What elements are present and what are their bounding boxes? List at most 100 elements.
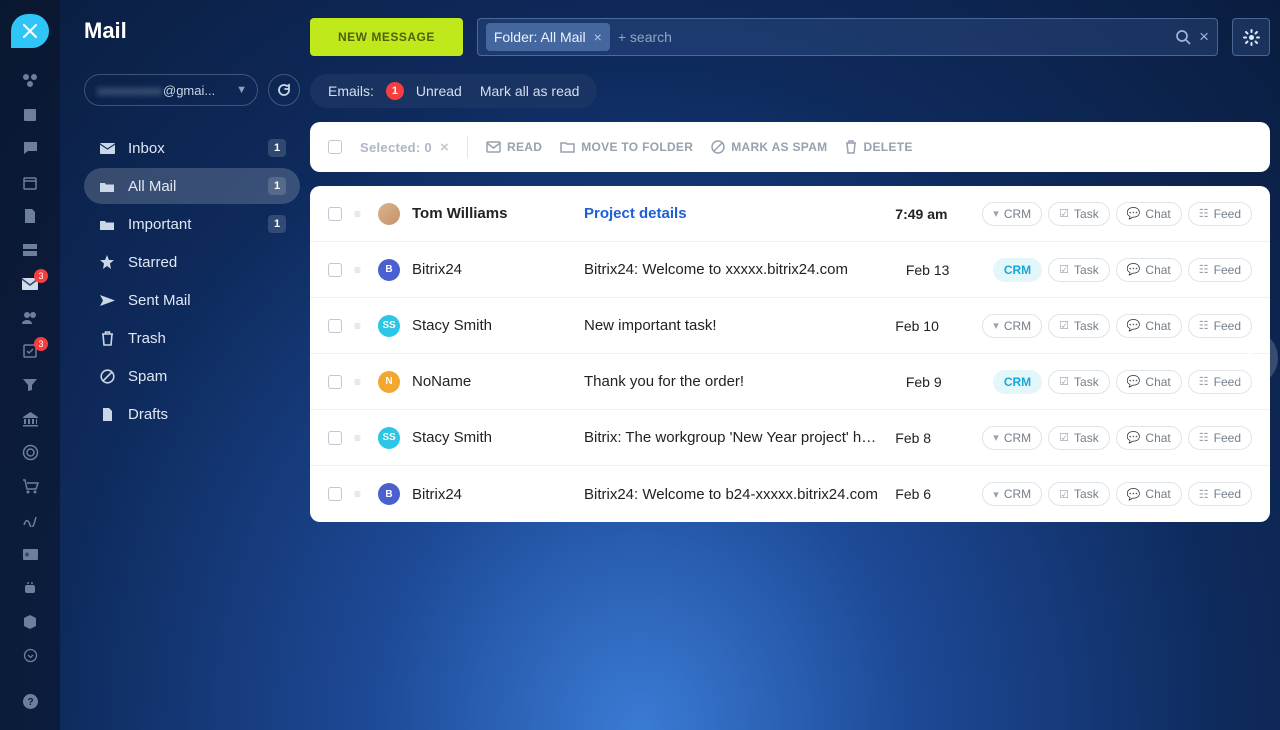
crm-tag[interactable]: ▾CRM bbox=[982, 426, 1042, 450]
folder-starred[interactable]: Starred bbox=[84, 244, 300, 280]
rail-card-icon[interactable] bbox=[18, 543, 42, 565]
rail-people-icon[interactable] bbox=[18, 307, 42, 329]
crm-tag[interactable]: CRM bbox=[993, 258, 1042, 282]
task-tag[interactable]: ☑Task bbox=[1048, 426, 1110, 450]
search-icon[interactable] bbox=[1175, 29, 1191, 45]
search-input[interactable] bbox=[618, 29, 1167, 45]
feed-tag[interactable]: ☷Feed bbox=[1188, 426, 1252, 450]
next-panel-button[interactable] bbox=[1222, 330, 1278, 386]
task-tag[interactable]: ☑Task bbox=[1048, 258, 1110, 282]
chip-remove-icon[interactable]: × bbox=[594, 29, 602, 45]
rail-bank-icon[interactable] bbox=[18, 408, 42, 430]
read-action[interactable]: READ bbox=[486, 140, 542, 154]
sender-name: Stacy Smith bbox=[412, 429, 572, 446]
rail-target-icon[interactable] bbox=[18, 442, 42, 464]
folder-inbox[interactable]: Inbox1 bbox=[84, 130, 300, 166]
search-bar[interactable]: Folder: All Mail × × bbox=[477, 18, 1218, 56]
crm-tag[interactable]: CRM bbox=[993, 370, 1042, 394]
drag-handle-icon[interactable]: ≡ bbox=[354, 263, 366, 277]
rail-filter-icon[interactable] bbox=[18, 374, 42, 396]
folder-all-mail[interactable]: All Mail1 bbox=[84, 168, 300, 204]
select-all-checkbox[interactable] bbox=[328, 140, 342, 154]
feed-tag[interactable]: ☷Feed bbox=[1188, 258, 1252, 282]
row-tags: CRM ☑Task 💬Chat ☷Feed bbox=[993, 258, 1252, 282]
rail-drive-icon[interactable] bbox=[18, 239, 42, 261]
row-checkbox[interactable] bbox=[328, 431, 342, 445]
rail-help-icon[interactable]: ? bbox=[18, 690, 42, 712]
drag-handle-icon[interactable]: ≡ bbox=[354, 207, 366, 221]
folder-spam[interactable]: Spam bbox=[84, 358, 300, 394]
rail-sign-icon[interactable] bbox=[18, 509, 42, 531]
folder-drafts[interactable]: Drafts bbox=[84, 396, 300, 432]
rail-chat-icon[interactable] bbox=[18, 138, 42, 160]
trash-icon bbox=[98, 331, 116, 346]
row-checkbox[interactable] bbox=[328, 319, 342, 333]
filter-icon: ▾ bbox=[993, 319, 999, 332]
drag-handle-icon[interactable]: ≡ bbox=[354, 431, 366, 445]
date-text: 7:49 am bbox=[895, 206, 970, 222]
feed-tag[interactable]: ☷Feed bbox=[1188, 202, 1252, 226]
folder-important[interactable]: Important1 bbox=[84, 206, 300, 242]
sender-name: Bitrix24 bbox=[412, 261, 572, 278]
search-filter-chip[interactable]: Folder: All Mail × bbox=[486, 23, 610, 51]
mail-row[interactable]: ≡ SS Stacy Smith New important task! Feb… bbox=[310, 298, 1270, 354]
crm-tag[interactable]: ▾CRM bbox=[982, 314, 1042, 338]
allmail-icon bbox=[98, 180, 116, 193]
rail-feed-icon[interactable] bbox=[18, 70, 42, 92]
account-selector[interactable]: xxxxxxxxxx@gmai... ▼ bbox=[84, 74, 258, 106]
emails-label: Emails: bbox=[328, 83, 374, 99]
chat-tag[interactable]: 💬Chat bbox=[1116, 258, 1182, 282]
row-checkbox[interactable] bbox=[328, 487, 342, 501]
search-clear-icon[interactable]: × bbox=[1199, 27, 1209, 47]
rail-box-icon[interactable] bbox=[18, 611, 42, 633]
page-title: Mail bbox=[84, 18, 300, 44]
rail-doc-icon[interactable] bbox=[18, 104, 42, 126]
chat-tag[interactable]: 💬Chat bbox=[1116, 370, 1182, 394]
task-tag[interactable]: ☑Task bbox=[1048, 482, 1110, 506]
new-message-button[interactable]: NEW MESSAGE bbox=[310, 18, 463, 56]
drag-handle-icon[interactable]: ≡ bbox=[354, 319, 366, 333]
chat-tag[interactable]: 💬Chat bbox=[1116, 202, 1182, 226]
row-checkbox[interactable] bbox=[328, 207, 342, 221]
task-tag[interactable]: ☑Task bbox=[1048, 370, 1110, 394]
folder-sent-mail[interactable]: Sent Mail bbox=[84, 282, 300, 318]
delete-action[interactable]: DELETE bbox=[845, 140, 912, 154]
feed-tag[interactable]: ☷Feed bbox=[1188, 482, 1252, 506]
settings-button[interactable] bbox=[1232, 18, 1270, 56]
move-action[interactable]: MOVE TO FOLDER bbox=[560, 140, 693, 154]
rail-page-icon[interactable] bbox=[18, 206, 42, 228]
filter-icon: ▾ bbox=[993, 488, 999, 501]
mail-row[interactable]: ≡ Tom Williams Project details 7:49 am ▾… bbox=[310, 186, 1270, 242]
rail-expand-icon[interactable] bbox=[18, 644, 42, 666]
mail-row[interactable]: ≡ B Bitrix24 Bitrix24: Welcome to b24-xx… bbox=[310, 466, 1270, 522]
rail-cart-icon[interactable] bbox=[18, 476, 42, 498]
spam-action[interactable]: MARK AS SPAM bbox=[711, 140, 827, 154]
account-blurred-prefix: xxxxxxxxxx bbox=[97, 83, 162, 98]
task-icon: ☑ bbox=[1059, 488, 1069, 501]
drag-handle-icon[interactable]: ≡ bbox=[354, 487, 366, 501]
task-icon: ☑ bbox=[1059, 319, 1069, 332]
close-app-button[interactable] bbox=[11, 14, 49, 48]
row-checkbox[interactable] bbox=[328, 263, 342, 277]
rail-tasks-icon[interactable]: 3 bbox=[18, 341, 42, 363]
mail-row[interactable]: ≡ SS Stacy Smith Bitrix: The workgroup '… bbox=[310, 410, 1270, 466]
rail-calendar-icon[interactable] bbox=[18, 172, 42, 194]
chat-tag[interactable]: 💬Chat bbox=[1116, 482, 1182, 506]
mark-all-read-link[interactable]: Mark all as read bbox=[480, 83, 580, 99]
crm-tag[interactable]: ▾CRM bbox=[982, 202, 1042, 226]
unread-filter-link[interactable]: Unread bbox=[416, 83, 462, 99]
drag-handle-icon[interactable]: ≡ bbox=[354, 375, 366, 389]
refresh-button[interactable] bbox=[268, 74, 300, 106]
row-checkbox[interactable] bbox=[328, 375, 342, 389]
mail-row[interactable]: ≡ B Bitrix24 Bitrix24: Welcome to xxxxx.… bbox=[310, 242, 1270, 298]
mail-row[interactable]: ≡ N NoName Thank you for the order! Feb … bbox=[310, 354, 1270, 410]
rail-android-icon[interactable] bbox=[18, 577, 42, 599]
task-tag[interactable]: ☑Task bbox=[1048, 314, 1110, 338]
folder-trash[interactable]: Trash bbox=[84, 320, 300, 356]
chat-tag[interactable]: 💬Chat bbox=[1116, 314, 1182, 338]
task-tag[interactable]: ☑Task bbox=[1048, 202, 1110, 226]
chat-tag[interactable]: 💬Chat bbox=[1116, 426, 1182, 450]
rail-mail-icon[interactable]: 3 bbox=[18, 273, 42, 295]
clear-selection-icon[interactable]: × bbox=[440, 139, 449, 156]
crm-tag[interactable]: ▾CRM bbox=[982, 482, 1042, 506]
